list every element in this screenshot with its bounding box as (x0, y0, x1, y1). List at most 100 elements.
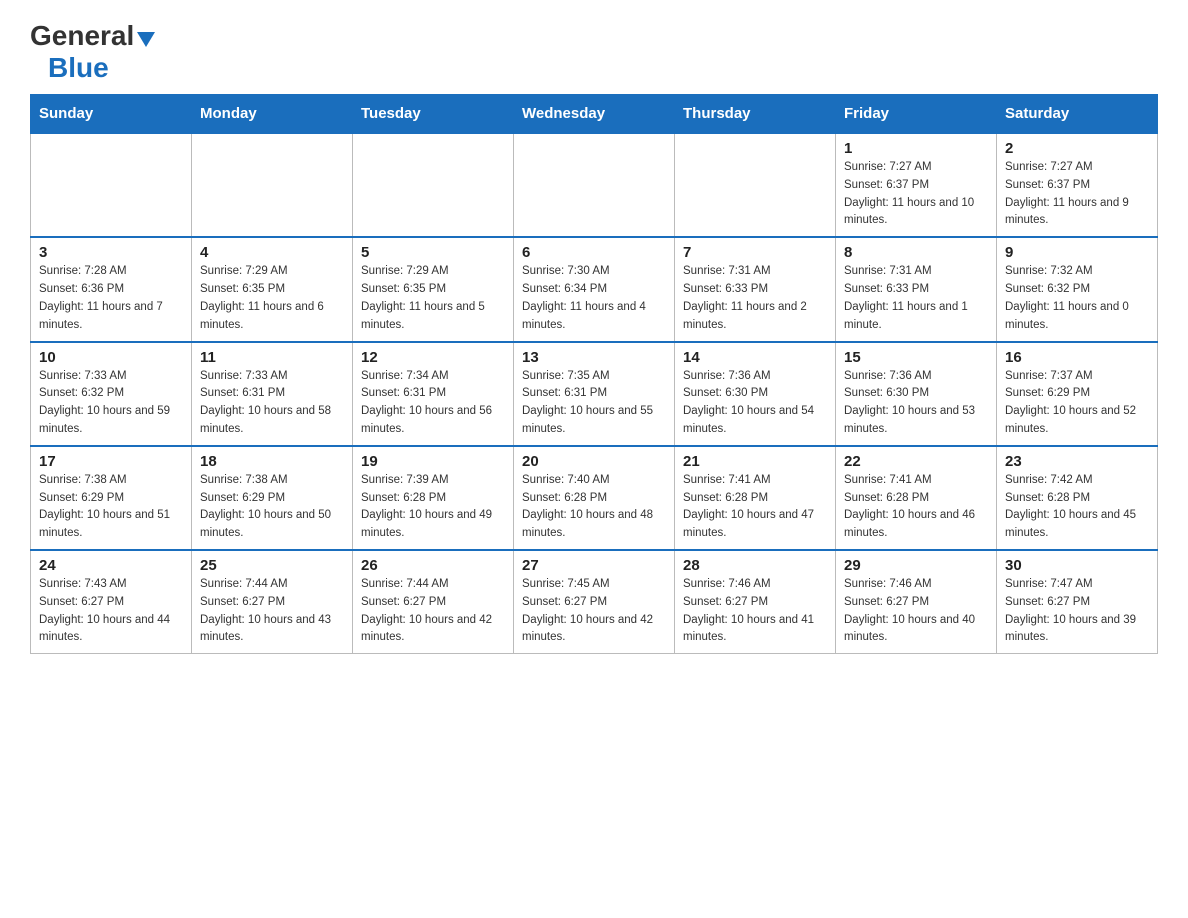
calendar-cell: 24 Sunrise: 7:43 AMSunset: 6:27 PMDaylig… (31, 550, 192, 654)
calendar-cell: 15 Sunrise: 7:36 AMSunset: 6:30 PMDaylig… (836, 342, 997, 446)
day-number: 14 (683, 349, 827, 366)
day-number: 6 (522, 244, 666, 261)
page-header: General Blue (30, 20, 1158, 84)
calendar-cell: 27 Sunrise: 7:45 AMSunset: 6:27 PMDaylig… (514, 550, 675, 654)
calendar-cell: 6 Sunrise: 7:30 AMSunset: 6:34 PMDayligh… (514, 237, 675, 341)
day-number: 13 (522, 349, 666, 366)
day-sunrise: Sunrise: 7:38 AMSunset: 6:29 PMDaylight:… (39, 474, 170, 539)
day-number: 22 (844, 453, 988, 470)
day-number: 17 (39, 453, 183, 470)
day-sunrise: Sunrise: 7:35 AMSunset: 6:31 PMDaylight:… (522, 370, 653, 435)
day-sunrise: Sunrise: 7:29 AMSunset: 6:35 PMDaylight:… (200, 265, 324, 330)
calendar-cell (31, 133, 192, 237)
day-sunrise: Sunrise: 7:45 AMSunset: 6:27 PMDaylight:… (522, 578, 653, 643)
day-sunrise: Sunrise: 7:27 AMSunset: 6:37 PMDaylight:… (844, 161, 974, 226)
calendar-cell: 28 Sunrise: 7:46 AMSunset: 6:27 PMDaylig… (675, 550, 836, 654)
day-number: 2 (1005, 140, 1149, 157)
day-sunrise: Sunrise: 7:30 AMSunset: 6:34 PMDaylight:… (522, 265, 646, 330)
calendar-cell: 14 Sunrise: 7:36 AMSunset: 6:30 PMDaylig… (675, 342, 836, 446)
calendar-cell: 8 Sunrise: 7:31 AMSunset: 6:33 PMDayligh… (836, 237, 997, 341)
day-number: 9 (1005, 244, 1149, 261)
day-sunrise: Sunrise: 7:33 AMSunset: 6:32 PMDaylight:… (39, 370, 170, 435)
calendar-cell: 7 Sunrise: 7:31 AMSunset: 6:33 PMDayligh… (675, 237, 836, 341)
day-number: 8 (844, 244, 988, 261)
day-sunrise: Sunrise: 7:36 AMSunset: 6:30 PMDaylight:… (683, 370, 814, 435)
day-sunrise: Sunrise: 7:41 AMSunset: 6:28 PMDaylight:… (844, 474, 975, 539)
calendar-cell: 1 Sunrise: 7:27 AMSunset: 6:37 PMDayligh… (836, 133, 997, 237)
day-sunrise: Sunrise: 7:43 AMSunset: 6:27 PMDaylight:… (39, 578, 170, 643)
logo-triangle-icon (137, 32, 155, 47)
calendar-table: Sunday Monday Tuesday Wednesday Thursday… (30, 94, 1158, 654)
day-sunrise: Sunrise: 7:41 AMSunset: 6:28 PMDaylight:… (683, 474, 814, 539)
logo-blue-text: Blue (48, 52, 109, 84)
calendar-cell: 30 Sunrise: 7:47 AMSunset: 6:27 PMDaylig… (997, 550, 1158, 654)
day-number: 25 (200, 557, 344, 574)
day-number: 15 (844, 349, 988, 366)
logo: General Blue (30, 20, 155, 84)
col-thursday: Thursday (675, 95, 836, 134)
calendar-cell: 16 Sunrise: 7:37 AMSunset: 6:29 PMDaylig… (997, 342, 1158, 446)
day-number: 1 (844, 140, 988, 157)
calendar-week-row: 24 Sunrise: 7:43 AMSunset: 6:27 PMDaylig… (31, 550, 1158, 654)
calendar-cell: 22 Sunrise: 7:41 AMSunset: 6:28 PMDaylig… (836, 446, 997, 550)
day-number: 28 (683, 557, 827, 574)
day-number: 24 (39, 557, 183, 574)
calendar-cell: 20 Sunrise: 7:40 AMSunset: 6:28 PMDaylig… (514, 446, 675, 550)
calendar-cell: 21 Sunrise: 7:41 AMSunset: 6:28 PMDaylig… (675, 446, 836, 550)
day-sunrise: Sunrise: 7:42 AMSunset: 6:28 PMDaylight:… (1005, 474, 1136, 539)
day-sunrise: Sunrise: 7:33 AMSunset: 6:31 PMDaylight:… (200, 370, 331, 435)
day-sunrise: Sunrise: 7:44 AMSunset: 6:27 PMDaylight:… (200, 578, 331, 643)
day-number: 10 (39, 349, 183, 366)
day-sunrise: Sunrise: 7:36 AMSunset: 6:30 PMDaylight:… (844, 370, 975, 435)
calendar-cell (192, 133, 353, 237)
col-sunday: Sunday (31, 95, 192, 134)
day-number: 23 (1005, 453, 1149, 470)
day-number: 5 (361, 244, 505, 261)
day-number: 29 (844, 557, 988, 574)
day-sunrise: Sunrise: 7:34 AMSunset: 6:31 PMDaylight:… (361, 370, 492, 435)
calendar-week-row: 10 Sunrise: 7:33 AMSunset: 6:32 PMDaylig… (31, 342, 1158, 446)
col-wednesday: Wednesday (514, 95, 675, 134)
calendar-cell: 5 Sunrise: 7:29 AMSunset: 6:35 PMDayligh… (353, 237, 514, 341)
calendar-cell: 25 Sunrise: 7:44 AMSunset: 6:27 PMDaylig… (192, 550, 353, 654)
day-sunrise: Sunrise: 7:37 AMSunset: 6:29 PMDaylight:… (1005, 370, 1136, 435)
day-number: 11 (200, 349, 344, 366)
day-sunrise: Sunrise: 7:28 AMSunset: 6:36 PMDaylight:… (39, 265, 163, 330)
logo-general-text: General (30, 20, 134, 52)
day-number: 19 (361, 453, 505, 470)
calendar-cell: 10 Sunrise: 7:33 AMSunset: 6:32 PMDaylig… (31, 342, 192, 446)
calendar-week-row: 1 Sunrise: 7:27 AMSunset: 6:37 PMDayligh… (31, 133, 1158, 237)
calendar-cell: 12 Sunrise: 7:34 AMSunset: 6:31 PMDaylig… (353, 342, 514, 446)
day-sunrise: Sunrise: 7:27 AMSunset: 6:37 PMDaylight:… (1005, 161, 1129, 226)
day-sunrise: Sunrise: 7:46 AMSunset: 6:27 PMDaylight:… (683, 578, 814, 643)
calendar-cell: 13 Sunrise: 7:35 AMSunset: 6:31 PMDaylig… (514, 342, 675, 446)
col-tuesday: Tuesday (353, 95, 514, 134)
day-sunrise: Sunrise: 7:31 AMSunset: 6:33 PMDaylight:… (683, 265, 807, 330)
day-number: 16 (1005, 349, 1149, 366)
day-sunrise: Sunrise: 7:47 AMSunset: 6:27 PMDaylight:… (1005, 578, 1136, 643)
calendar-week-row: 3 Sunrise: 7:28 AMSunset: 6:36 PMDayligh… (31, 237, 1158, 341)
day-number: 20 (522, 453, 666, 470)
day-number: 4 (200, 244, 344, 261)
day-number: 18 (200, 453, 344, 470)
day-number: 21 (683, 453, 827, 470)
day-sunrise: Sunrise: 7:32 AMSunset: 6:32 PMDaylight:… (1005, 265, 1129, 330)
calendar-cell: 11 Sunrise: 7:33 AMSunset: 6:31 PMDaylig… (192, 342, 353, 446)
calendar-week-row: 17 Sunrise: 7:38 AMSunset: 6:29 PMDaylig… (31, 446, 1158, 550)
calendar-cell: 29 Sunrise: 7:46 AMSunset: 6:27 PMDaylig… (836, 550, 997, 654)
calendar-cell: 3 Sunrise: 7:28 AMSunset: 6:36 PMDayligh… (31, 237, 192, 341)
day-number: 12 (361, 349, 505, 366)
day-number: 30 (1005, 557, 1149, 574)
day-sunrise: Sunrise: 7:29 AMSunset: 6:35 PMDaylight:… (361, 265, 485, 330)
day-sunrise: Sunrise: 7:31 AMSunset: 6:33 PMDaylight:… (844, 265, 968, 330)
day-number: 3 (39, 244, 183, 261)
calendar-cell (675, 133, 836, 237)
calendar-cell: 9 Sunrise: 7:32 AMSunset: 6:32 PMDayligh… (997, 237, 1158, 341)
col-saturday: Saturday (997, 95, 1158, 134)
day-sunrise: Sunrise: 7:40 AMSunset: 6:28 PMDaylight:… (522, 474, 653, 539)
calendar-header-row: Sunday Monday Tuesday Wednesday Thursday… (31, 95, 1158, 134)
calendar-cell (514, 133, 675, 237)
day-number: 27 (522, 557, 666, 574)
calendar-cell: 4 Sunrise: 7:29 AMSunset: 6:35 PMDayligh… (192, 237, 353, 341)
calendar-cell: 2 Sunrise: 7:27 AMSunset: 6:37 PMDayligh… (997, 133, 1158, 237)
